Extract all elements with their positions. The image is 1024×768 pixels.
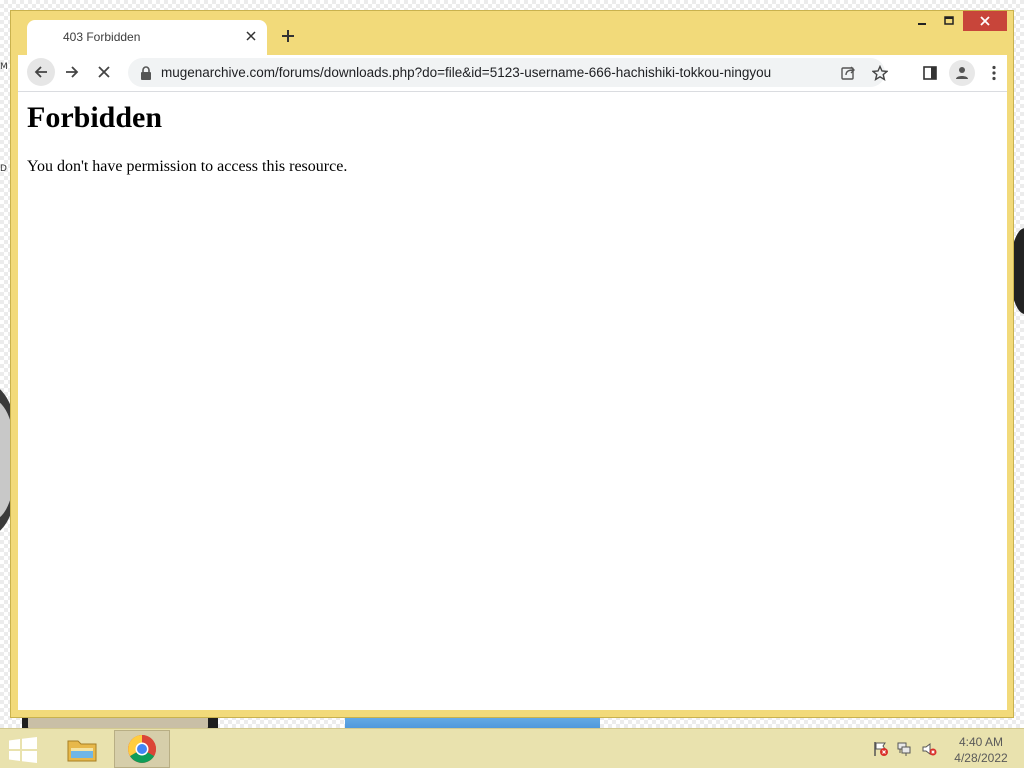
clock-time: 4:40 AM — [958, 735, 1004, 749]
forward-button[interactable] — [58, 58, 86, 86]
browser-window: 403 Forbidden mugenarchive.com/forums/do… — [10, 10, 1014, 718]
lock-icon[interactable] — [140, 66, 152, 80]
minimize-button[interactable] — [909, 11, 935, 31]
minimize-icon — [918, 23, 926, 25]
chrome-taskbar-button[interactable] — [114, 730, 170, 768]
close-icon — [980, 16, 990, 26]
plus-icon — [282, 30, 294, 42]
side-panel-button[interactable] — [917, 60, 943, 86]
network-icon — [897, 742, 911, 756]
star-icon — [872, 65, 888, 81]
side-panel-icon — [923, 66, 937, 80]
stop-loading-button[interactable] — [90, 58, 118, 86]
maximize-button[interactable] — [936, 11, 962, 31]
share-button[interactable] — [836, 61, 860, 85]
error-message: You don't have permission to access this… — [27, 158, 348, 175]
volume-muted-icon[interactable] — [920, 740, 938, 758]
taskbar-clock[interactable]: 4:40 AM 4/28/2022 — [946, 734, 1016, 766]
arrow-right-icon — [66, 66, 79, 78]
page-heading: Forbidden — [27, 101, 163, 134]
tab-title: 403 Forbidden — [63, 30, 141, 44]
window-close-button[interactable] — [963, 11, 1007, 31]
desktop-text-fragment: M — [0, 62, 8, 72]
url-text[interactable]: mugenarchive.com/forums/downloads.php?do… — [161, 65, 811, 80]
start-button[interactable] — [6, 735, 40, 765]
active-tab[interactable]: 403 Forbidden — [27, 20, 267, 55]
stop-icon — [98, 66, 110, 78]
folder-icon — [67, 740, 97, 762]
taskbar: 4:40 AM 4/28/2022 — [0, 728, 1024, 768]
title-bar[interactable]: 403 Forbidden — [11, 11, 1013, 55]
share-icon — [841, 66, 855, 80]
browser-toolbar: mugenarchive.com/forums/downloads.php?do… — [18, 55, 1007, 91]
network-icon[interactable] — [896, 740, 914, 758]
close-icon — [246, 31, 256, 41]
windows-logo-icon — [9, 737, 37, 763]
chrome-icon — [128, 735, 156, 763]
back-button[interactable] — [27, 58, 55, 86]
file-explorer-taskbar-button[interactable] — [54, 730, 110, 768]
profile-button[interactable] — [949, 60, 975, 86]
flag-icon — [874, 742, 888, 756]
more-vertical-icon — [992, 65, 996, 81]
address-bar[interactable]: mugenarchive.com/forums/downloads.php?do… — [128, 58, 888, 87]
clock-date: 4/28/2022 — [954, 751, 1008, 765]
tab-close-button[interactable] — [243, 28, 259, 44]
page-content: Forbidden You don't have permission to a… — [18, 91, 1007, 710]
action-center-icon[interactable] — [872, 740, 890, 758]
maximize-icon — [944, 16, 954, 25]
arrow-left-icon — [34, 66, 47, 78]
new-tab-button[interactable] — [277, 25, 299, 47]
browser-menu-button[interactable] — [981, 60, 1007, 86]
speaker-muted-icon — [922, 743, 937, 756]
desktop-text-fragment: D — [0, 164, 7, 174]
person-icon — [956, 67, 968, 79]
bookmark-button[interactable] — [868, 61, 892, 85]
